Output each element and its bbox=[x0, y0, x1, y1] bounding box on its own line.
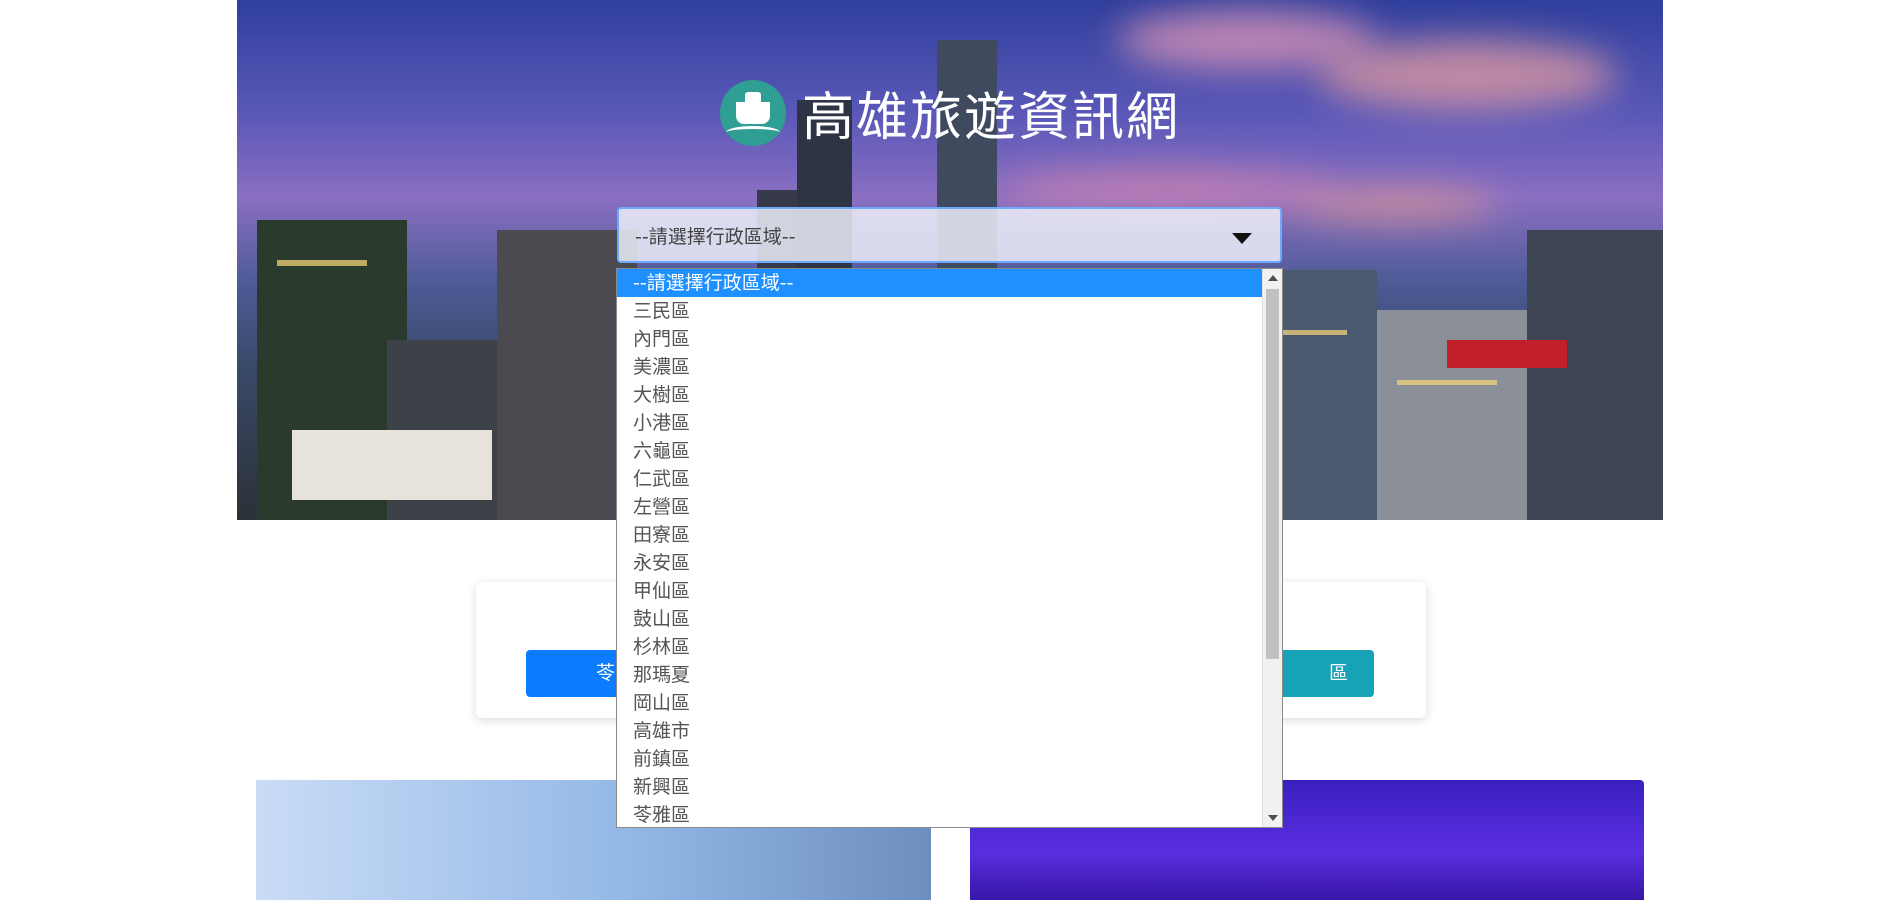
sky-cloud bbox=[997, 170, 1337, 210]
district-select[interactable]: --請選擇行政區域-- bbox=[617, 207, 1282, 263]
district-option[interactable]: 前鎮區 bbox=[617, 745, 1263, 773]
district-option[interactable]: 美濃區 bbox=[617, 353, 1263, 381]
district-dropdown-list[interactable]: --請選擇行政區域-- 三民區 內門區 美濃區 大樹區 小港區 六龜區 仁武區 … bbox=[616, 268, 1283, 828]
dropdown-scrollbar[interactable] bbox=[1262, 269, 1282, 827]
scroll-down-icon[interactable] bbox=[1268, 815, 1278, 821]
district-option[interactable]: 六龜區 bbox=[617, 437, 1263, 465]
scrollbar-thumb[interactable] bbox=[1266, 289, 1279, 659]
neon-sign bbox=[1447, 340, 1567, 368]
billboard bbox=[292, 430, 492, 500]
building bbox=[1527, 230, 1663, 520]
window-lights bbox=[277, 260, 367, 266]
district-option[interactable]: 新興區 bbox=[617, 773, 1263, 801]
district-option[interactable]: 左營區 bbox=[617, 493, 1263, 521]
district-option[interactable]: 田寮區 bbox=[617, 521, 1263, 549]
district-option[interactable]: 永安區 bbox=[617, 549, 1263, 577]
district-option[interactable]: 杉林區 bbox=[617, 633, 1263, 661]
district-option[interactable]: 鼓山區 bbox=[617, 605, 1263, 633]
site-title: 高雄旅遊資訊網 bbox=[801, 88, 1180, 148]
district-option[interactable]: 大樹區 bbox=[617, 381, 1263, 409]
window-lights bbox=[1397, 380, 1497, 385]
district-option[interactable]: 小港區 bbox=[617, 409, 1263, 437]
district-option[interactable]: 內門區 bbox=[617, 325, 1263, 353]
district-select-value: --請選擇行政區域-- bbox=[635, 225, 796, 248]
district-option[interactable]: 三民區 bbox=[617, 297, 1263, 325]
brand-header: 高雄旅遊資訊網 bbox=[237, 75, 1663, 150]
district-option[interactable]: 岡山區 bbox=[617, 689, 1263, 717]
district-option[interactable]: 甲仙區 bbox=[617, 577, 1263, 605]
sky-cloud bbox=[1297, 190, 1497, 220]
caret-down-icon bbox=[1232, 233, 1252, 244]
ship-logo-icon bbox=[719, 79, 786, 146]
district-option[interactable]: 苓雅區 bbox=[617, 801, 1263, 827]
district-option[interactable]: 高雄市 bbox=[617, 717, 1263, 745]
district-option[interactable]: --請選擇行政區域-- bbox=[617, 269, 1263, 297]
scroll-up-icon[interactable] bbox=[1268, 275, 1278, 281]
district-option[interactable]: 那瑪夏 bbox=[617, 661, 1263, 689]
district-option[interactable]: 仁武區 bbox=[617, 465, 1263, 493]
